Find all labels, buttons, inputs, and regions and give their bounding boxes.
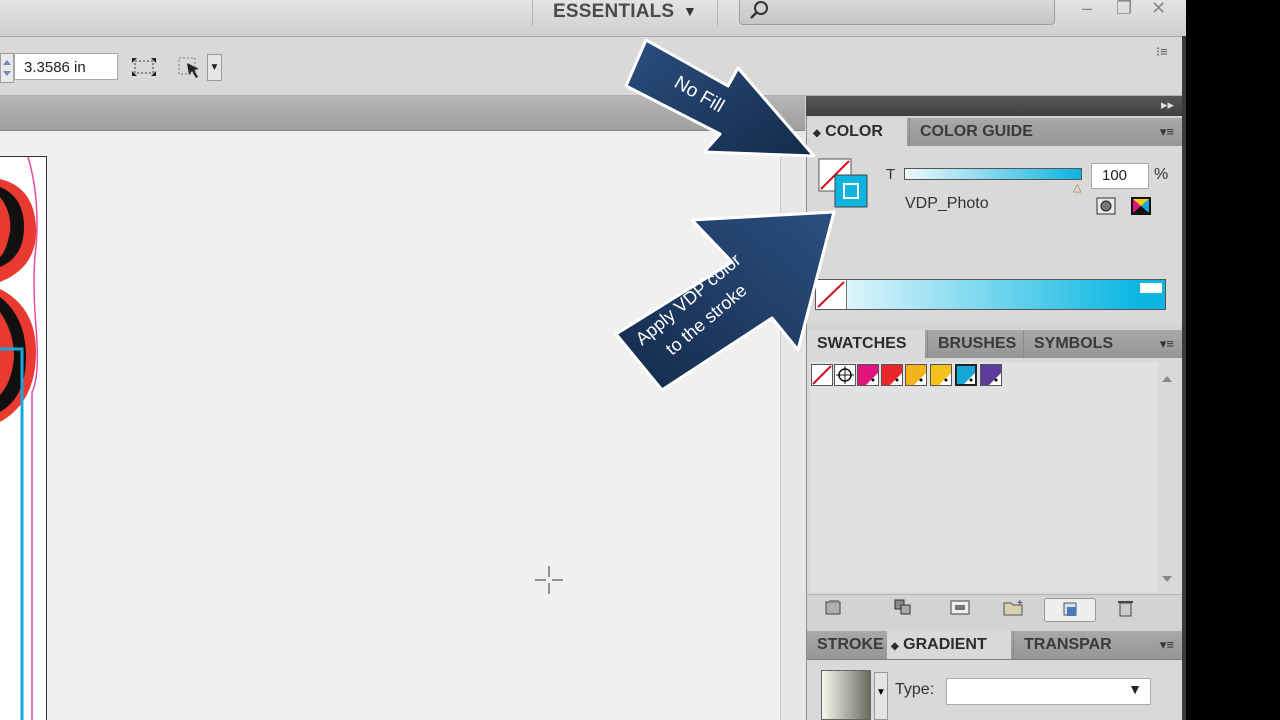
gradient-panel-menu-icon[interactable]: ▾≡ [1160, 637, 1174, 653]
collapse-dock-icon[interactable]: ▸▸ [1161, 97, 1174, 113]
tint-slider[interactable] [904, 168, 1082, 180]
swatch-purple[interactable] [980, 364, 1002, 386]
tab-stroke[interactable]: STROKE [807, 631, 887, 659]
tab-symbols[interactable]: SYMBOLS [1023, 330, 1119, 358]
dock-header: ▸▸ [806, 96, 1182, 116]
tab-color-guide[interactable]: COLOR GUIDE [909, 118, 1047, 146]
isolate-dropdown[interactable]: ▼ [207, 54, 222, 81]
tab-transparency[interactable]: TRANSPAR [1013, 631, 1113, 659]
workspace-label: ESSENTIALS [553, 1, 675, 22]
width-input[interactable]: 3.3586 in [14, 53, 118, 80]
white-swatch[interactable] [1140, 283, 1162, 293]
gradient-panel-tabs: STROKE ◆ GRADIENT TRANSPAR ▾≡ [807, 631, 1182, 660]
close-button[interactable]: ✕ [1151, 0, 1166, 19]
application-bar: ESSENTIALS ▼ – ❐ ✕ [0, 0, 1186, 37]
delete-swatch-icon[interactable] [1114, 598, 1138, 618]
chevron-down-icon: ▼ [683, 3, 697, 19]
show-swatch-kinds-icon[interactable] [893, 598, 917, 618]
svg-text:+: + [1017, 598, 1023, 609]
minimize-button[interactable]: – [1082, 0, 1092, 19]
search-field[interactable] [739, 0, 1055, 25]
new-color-group-icon[interactable]: + [1002, 598, 1026, 618]
illustrator-window: ESSENTIALS ▼ – ❐ ✕ 3.3586 in ▼ ⁝≡ ▸▸ ◆ C… [0, 0, 1186, 720]
search-icon [750, 1, 768, 19]
tab-gradient[interactable]: ◆ GRADIENT [887, 631, 1011, 659]
swatch-libraries-icon[interactable] [824, 598, 848, 618]
stepper-arrows-icon [3, 60, 11, 76]
swatch-options-icon[interactable] [949, 598, 973, 618]
tint-unit: % [1154, 166, 1169, 183]
width-stepper[interactable] [0, 53, 14, 83]
chevron-down-icon: ▼ [1128, 681, 1142, 697]
tab-brushes[interactable]: BRUSHES [927, 330, 1023, 358]
callout-apply-vdp: Apply VDP color to the stroke [614, 210, 836, 392]
swatches-panel-menu-icon[interactable]: ▾≡ [1160, 336, 1174, 352]
artwork-graphic [0, 156, 39, 720]
color-panel-tabs: ◆ COLOR COLOR GUIDE ▾≡ [807, 118, 1182, 147]
tint-label: T [886, 166, 896, 183]
callout-no-fill: No Fill [624, 38, 816, 158]
spot-color-icon [1096, 197, 1116, 215]
swatches-panel-tabs: SWATCHES BRUSHES SYMBOLS ▾≡ [807, 330, 1182, 359]
swatch-orange[interactable] [905, 364, 927, 386]
process-color-icon [1131, 197, 1151, 215]
color-panel-menu-icon[interactable]: ▾≡ [1160, 124, 1174, 140]
new-swatch-button[interactable] [1044, 598, 1096, 622]
gradient-preview-swatch[interactable] [821, 670, 871, 720]
tint-value-input[interactable]: 100 [1091, 163, 1149, 189]
workspace-switcher[interactable]: ESSENTIALS ▼ [532, 0, 718, 26]
swatch-name: VDP_Photo [905, 195, 989, 212]
swatch-vdp-photo[interactable] [955, 364, 977, 386]
gradient-type-select[interactable]: ▼ [946, 678, 1151, 705]
isolate-selection-icon[interactable] [177, 55, 203, 79]
control-panel-menu-icon[interactable]: ⁝≡ [1156, 44, 1168, 60]
swatch-red[interactable] [881, 364, 903, 386]
transform-icon[interactable] [130, 55, 156, 79]
swatch-magenta[interactable] [857, 364, 879, 386]
artboard [0, 156, 47, 720]
letterbox-right [1186, 0, 1280, 720]
gradient-type-label: Type: [895, 681, 935, 698]
swatches-list [810, 362, 1158, 592]
swatches-scrollbar[interactable] [1158, 362, 1176, 592]
color-spectrum-ramp[interactable] [815, 279, 1166, 310]
panel-options-icon: ◆ [891, 641, 899, 652]
gradient-dropdown[interactable]: ▼ [874, 672, 888, 720]
crosshair-cursor-icon [535, 566, 563, 594]
new-swatch-icon [1063, 602, 1077, 616]
tab-gradient-label: GRADIENT [903, 636, 987, 653]
restore-button[interactable]: ❐ [1116, 0, 1132, 19]
swatch-yellow[interactable] [930, 364, 952, 386]
tint-slider-thumb-icon[interactable]: △ [1073, 181, 1081, 194]
